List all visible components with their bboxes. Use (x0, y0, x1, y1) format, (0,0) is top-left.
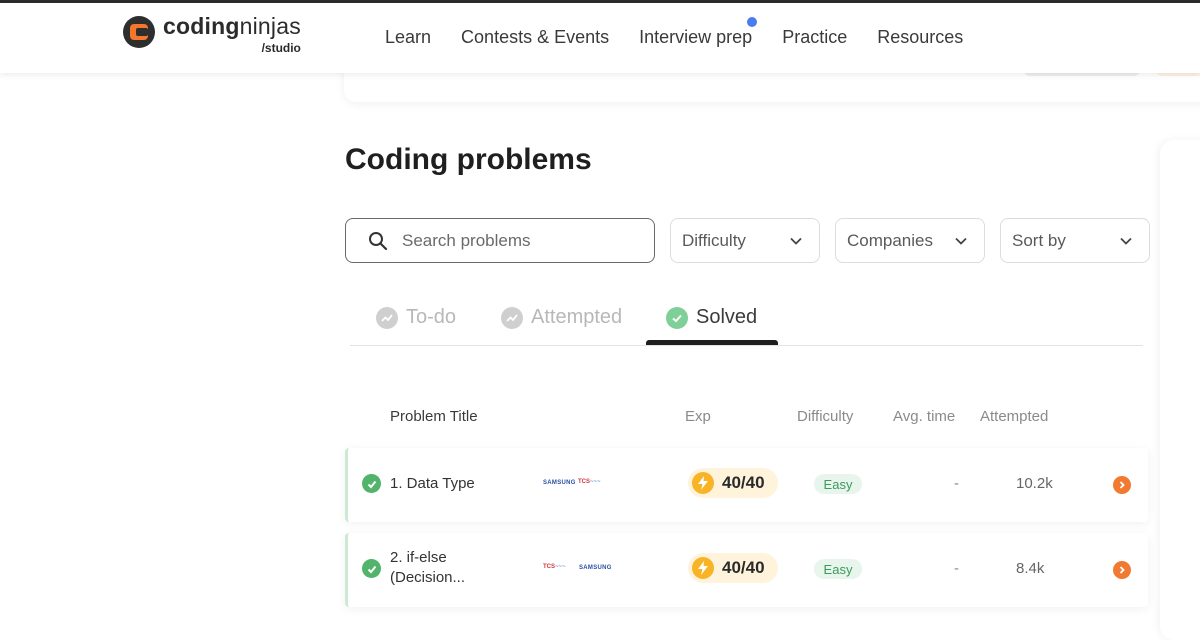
header-avg-time: Avg. time (893, 408, 956, 425)
attempted-count: 8.4k (1016, 560, 1045, 577)
right-side-panel (1160, 140, 1200, 640)
company-logo-samsung: SAMSUNG (579, 565, 612, 571)
lightning-icon (692, 557, 714, 579)
trend-icon (376, 306, 398, 329)
problem-title[interactable]: 1. Data Type (390, 474, 475, 494)
chevron-down-icon (1120, 237, 1132, 245)
difficulty-badge: Easy (814, 559, 862, 579)
exp-badge: 40/40 (688, 553, 778, 583)
search-box[interactable] (345, 218, 655, 263)
search-icon (369, 231, 388, 250)
tab-attempted-label: Attempted (531, 306, 623, 328)
difficulty-dropdown-label: Difficulty (682, 230, 746, 250)
attempted-count: 10.2k (1016, 475, 1053, 492)
navbar: codingninjas /studio Learn Contests & Ev… (0, 3, 1200, 73)
page-title: Coding problems (345, 143, 592, 176)
status-tabs: To-do Attempted Solved (350, 300, 1143, 346)
avg-time: - (954, 475, 959, 492)
header-exp: Exp (685, 408, 711, 425)
tab-todo-label: To-do (406, 306, 457, 328)
chevron-right-icon[interactable] (1113, 561, 1131, 579)
table-row[interactable]: 2. if-else (Decision... TCS~~~ SAMSUNG 40… (345, 533, 1148, 607)
company-logo-tcs: TCS~~~ (543, 564, 566, 570)
nav-interview-prep[interactable]: Interview prep (639, 17, 758, 48)
header-problem-title: Problem Title (390, 408, 478, 425)
difficulty-badge: Easy (814, 474, 862, 494)
table-row[interactable]: 1. Data Type SAMSUNG TCS~~~ 40/40 Easy -… (345, 448, 1148, 522)
search-input[interactable] (402, 230, 632, 251)
check-circle-icon (362, 474, 381, 493)
tab-solved[interactable]: Solved (666, 306, 757, 329)
difficulty-dropdown[interactable]: Difficulty (670, 218, 820, 263)
brand-logo[interactable]: codingninjas /studio (123, 15, 301, 54)
sort-dropdown-label: Sort by (1012, 230, 1066, 250)
trend-icon (501, 306, 523, 329)
nav-learn[interactable]: Learn (385, 27, 431, 48)
avg-time: - (954, 560, 959, 577)
exp-value: 40/40 (722, 473, 765, 492)
tab-solved-label: Solved (696, 306, 758, 328)
logo-icon (123, 16, 155, 48)
company-logo-tcs: TCS~~~ (578, 479, 601, 485)
tab-attempted[interactable]: Attempted (501, 306, 622, 329)
lightning-icon (692, 472, 714, 494)
chevron-right-icon[interactable] (1113, 476, 1131, 494)
chevron-down-icon (790, 237, 802, 245)
company-logo-samsung: SAMSUNG (543, 480, 576, 486)
header-attempted: Attempted (980, 408, 1049, 425)
exp-value: 40/40 (722, 558, 765, 577)
check-circle-icon (666, 306, 688, 329)
companies-dropdown[interactable]: Companies (835, 218, 985, 263)
notification-dot (747, 17, 758, 27)
tab-todo[interactable]: To-do (376, 306, 456, 329)
chevron-down-icon (955, 237, 967, 245)
nav-practice[interactable]: Practice (782, 27, 847, 48)
exp-badge: 40/40 (688, 468, 778, 498)
companies-dropdown-label: Companies (847, 230, 933, 250)
brand-name: codingninjas (163, 13, 301, 39)
problem-title[interactable]: 2. if-else (Decision... (390, 548, 465, 588)
nav-resources[interactable]: Resources (877, 27, 963, 48)
nav-contests-events[interactable]: Contests & Events (461, 27, 609, 48)
brand-sub: /studio (261, 41, 301, 55)
check-circle-icon (362, 559, 381, 578)
sort-dropdown[interactable]: Sort by (1000, 218, 1150, 263)
main-nav: Learn Contests & Events Interview prep P… (385, 17, 993, 48)
header-difficulty: Difficulty (797, 408, 854, 425)
active-tab-indicator (646, 340, 778, 345)
